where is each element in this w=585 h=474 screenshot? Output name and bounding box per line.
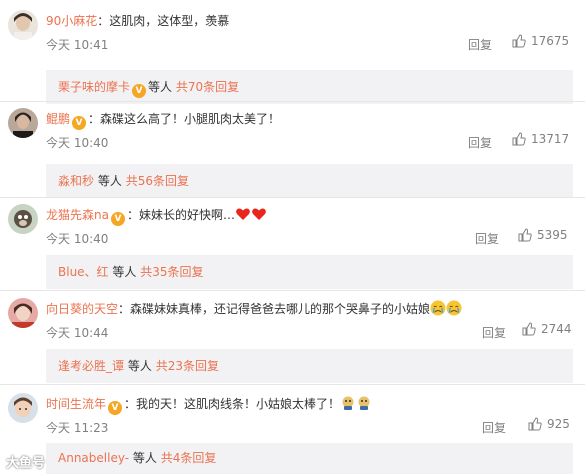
reply-button[interactable]: 回复 (468, 134, 492, 151)
thumbs-up-icon (512, 34, 526, 48)
like-button[interactable]: 925 (528, 417, 570, 431)
thumbs-up-icon (518, 228, 532, 242)
like-count: 13717 (531, 132, 570, 146)
thumbs-up-icon (522, 322, 536, 336)
like-button[interactable]: 2744 (522, 322, 572, 336)
sub-reply-count[interactable]: 共23条回复 (156, 359, 219, 373)
sub-reply-mid: 等人 (132, 451, 157, 465)
doge-emoji-icon (342, 396, 354, 410)
reply-button[interactable]: 回复 (482, 419, 506, 436)
sub-reply-count[interactable]: 共4条回复 (161, 451, 217, 465)
avatar[interactable] (8, 393, 38, 423)
comment-item: 90小麻花：这肌肉，这体型，羡慕 今天 10:41 回复 17675 栗子味的摩… (0, 10, 585, 104)
comment-text: 这肌肉，这体型，羡慕 (109, 14, 230, 28)
watermark: 大鱼号 (6, 452, 45, 471)
comment-text: 我的天！这肌肉线条！小姑娘太棒了！ (136, 397, 341, 411)
comment-time: 今天 11:23 (46, 421, 109, 435)
sub-replies[interactable]: 淼和秒 等人 共56条回复 (46, 164, 573, 198)
comment-username[interactable]: 时间生流年 (46, 397, 106, 411)
vip-badge-icon: V (108, 401, 123, 415)
watermark-text: 大鱼号 (6, 456, 46, 471)
sub-reply-count[interactable]: 共56条回复 (126, 174, 189, 188)
sub-reply-mid: 等人 (148, 80, 173, 94)
like-count: 17675 (531, 34, 570, 48)
avatar[interactable] (8, 204, 38, 234)
doge-emoji-icon (358, 396, 370, 410)
comment-username[interactable]: 龙猫先森na (46, 208, 109, 222)
reply-button[interactable]: 回复 (468, 36, 492, 53)
vip-badge-icon: V (110, 212, 125, 226)
sub-reply-mid: 等人 (112, 265, 137, 279)
crying-face-emoji-icon (430, 300, 446, 316)
avatar[interactable] (8, 108, 38, 138)
divider (0, 197, 585, 198)
comment-item: 时间生流年 V ：我的天！这肌肉线条！小姑娘太棒了！ 今天 11:23 回复 925… (0, 393, 585, 474)
sub-reply-mid: 等人 (127, 359, 152, 373)
sub-replies[interactable]: 栗子味的摩卡 V 等人 共70条回复 (46, 70, 573, 104)
sub-reply-count[interactable]: 共35条回复 (140, 265, 203, 279)
sub-replies[interactable]: Blue、红 等人 共35条回复 (46, 255, 573, 289)
like-count: 925 (547, 417, 570, 431)
comment-item: 向日葵的天空：森碟妹妹真棒，还记得爸爸去哪儿的那个哭鼻子的小姑娘 今天 10:4… (0, 298, 585, 388)
like-button[interactable]: 13717 (512, 132, 569, 146)
sub-reply-user[interactable]: Blue、红 (58, 265, 109, 279)
comment-text: 森碟这么高了！小腿肌肉太美了！ (100, 112, 281, 126)
like-button[interactable]: 5395 (518, 228, 568, 242)
colon: ： (124, 397, 137, 411)
comment-username[interactable]: 鲲鹏 (46, 112, 70, 126)
comment-content: 向日葵的天空：森碟妹妹真棒，还记得爸爸去哪儿的那个哭鼻子的小姑娘 (46, 298, 462, 320)
comment-text: 森碟妹妹真棒，还记得爸爸去哪儿的那个哭鼻子的小姑娘 (130, 302, 431, 316)
colon: ： (118, 302, 131, 316)
sub-reply-user[interactable]: 淼和秒 (58, 174, 94, 188)
sub-reply-count[interactable]: 共70条回复 (176, 80, 239, 94)
comment-item: 鲲鹏 V ：森碟这么高了！小腿肌肉太美了！ 今天 10:40 回复 13717 淼和… (0, 108, 585, 198)
like-count: 5395 (537, 228, 568, 242)
comment-content: 90小麻花：这肌肉，这体型，羡慕 (46, 10, 229, 32)
sub-reply-mid: 等人 (97, 174, 122, 188)
sub-replies[interactable]: Annabelley- 等人 共4条回复 (46, 443, 573, 474)
colon: ： (88, 112, 101, 126)
divider (0, 290, 585, 291)
vip-badge-icon: V (72, 116, 87, 130)
like-count: 2744 (541, 322, 572, 336)
comment-time: 今天 10:40 (46, 232, 109, 246)
thumbs-up-icon (528, 417, 542, 431)
comment-item: 龙猫先森na V ：妹妹长的好快啊… 今天 10:40 回复 5395 Blue、红… (0, 204, 585, 294)
colon: ： (97, 14, 110, 28)
sub-reply-user[interactable]: 栗子味的摩卡 (58, 80, 130, 94)
heart-emoji-icon (236, 208, 250, 220)
vip-badge-icon: V (132, 84, 147, 98)
crying-face-emoji-icon (446, 300, 462, 316)
comment-content: 鲲鹏 V ：森碟这么高了！小腿肌肉太美了！ (46, 108, 280, 130)
colon: ： (126, 208, 139, 222)
divider (0, 101, 585, 102)
comment-content: 龙猫先森na V ：妹妹长的好快啊… (46, 204, 267, 226)
avatar[interactable] (8, 10, 38, 40)
comment-time: 今天 10:41 (46, 38, 109, 52)
reply-button[interactable]: 回复 (475, 230, 499, 247)
comment-username[interactable]: 向日葵的天空 (46, 302, 118, 316)
reply-button[interactable]: 回复 (482, 324, 506, 341)
comment-time: 今天 10:44 (46, 326, 109, 340)
sub-reply-user[interactable]: Annabelley- (58, 451, 129, 465)
comment-time: 今天 10:40 (46, 136, 109, 150)
like-button[interactable]: 17675 (512, 34, 569, 48)
heart-emoji-icon (252, 208, 266, 220)
comment-content: 时间生流年 V ：我的天！这肌肉线条！小姑娘太棒了！ (46, 393, 372, 415)
avatar[interactable] (8, 298, 38, 328)
comment-username[interactable]: 90小麻花 (46, 14, 97, 28)
sub-replies[interactable]: 逢考必胜_谭 等人 共23条回复 (46, 349, 573, 383)
divider (0, 384, 585, 385)
sub-reply-user[interactable]: 逢考必胜_谭 (58, 359, 124, 373)
thumbs-up-icon (512, 132, 526, 146)
comment-text: 妹妹长的好快啊… (138, 208, 235, 222)
